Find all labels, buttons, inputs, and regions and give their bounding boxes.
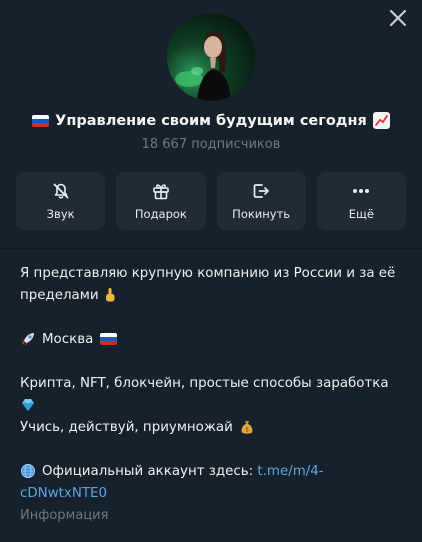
leave-button-label: Покинуть — [232, 207, 291, 221]
gift-button[interactable]: Подарок — [116, 172, 206, 230]
more-icon — [353, 189, 370, 193]
description-line-4: Учись, действуй, приумножай $ — [20, 417, 402, 439]
more-button-label: Ещё — [348, 207, 374, 221]
gem-line — [20, 395, 402, 417]
leave-icon — [253, 184, 269, 198]
pointing-up-icon — [102, 287, 118, 303]
channel-title: Управление своим будущим сегодня — [0, 112, 422, 129]
description-line-2: Москва — [20, 329, 402, 351]
close-icon[interactable] — [387, 7, 409, 29]
bell-muted-icon — [53, 183, 69, 199]
gem-icon — [20, 397, 36, 413]
description-line-5: Официальный аккаунт здесь: t.me/m/4-cDNw… — [20, 463, 324, 501]
chart-increasing-icon — [372, 112, 390, 129]
gift-icon — [153, 184, 169, 200]
mute-button[interactable]: Звук — [16, 172, 106, 230]
russia-flag-icon — [32, 114, 50, 127]
rocket-icon — [20, 331, 36, 347]
russia-flag-icon — [99, 333, 117, 345]
channel-description: Я представляю крупную компанию из России… — [0, 249, 422, 542]
channel-title-text: Управление своим будущим сегодня — [55, 112, 367, 129]
leave-button[interactable]: Покинуть — [216, 172, 306, 230]
subscriber-count: 18 667 подписчиков — [141, 137, 281, 152]
channel-header: Управление своим будущим сегодня 18 667 … — [0, 0, 422, 248]
more-button[interactable]: Ещё — [316, 172, 406, 230]
mute-button-label: Звук — [46, 207, 75, 221]
action-bar: Звук Подарок Покинуть Ещё — [16, 172, 406, 230]
svg-text:$: $ — [245, 427, 249, 434]
gift-button-label: Подарок — [134, 207, 187, 221]
money-bag-icon: $ — [239, 419, 255, 435]
info-label: Информация — [20, 508, 109, 523]
globe-icon — [20, 463, 36, 479]
description-line-3: Крипта, NFT, блокчейн, простые способы з… — [20, 376, 389, 391]
avatar[interactable] — [167, 13, 255, 101]
description-line-1: Я представляю крупную компанию из России… — [20, 266, 396, 303]
